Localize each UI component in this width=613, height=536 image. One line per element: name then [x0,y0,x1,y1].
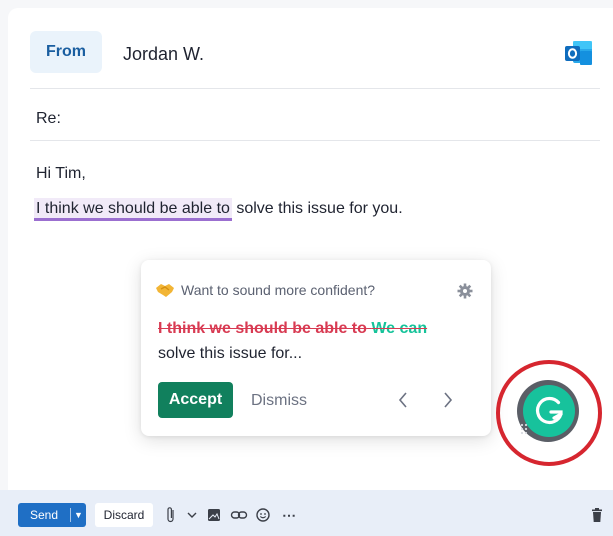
suggestion-continuation: solve this issue for... [158,345,303,362]
message-line[interactable]: I think we should be able to solve this … [34,198,403,221]
suggestion-card: Want to sound more confident? I think we… [141,260,491,436]
discard-button[interactable]: Discard [95,503,153,527]
trash-icon[interactable] [590,506,604,524]
suggestion-line: I think we should be able to We can [158,320,427,338]
accept-button[interactable]: Accept [158,382,233,418]
grammarly-icon[interactable] [523,385,575,437]
emoji-icon[interactable] [255,506,271,524]
drag-handle-icon[interactable] [520,423,530,435]
from-row: From Jordan W. [8,8,613,88]
suggestion-header: Want to sound more confident? [155,282,375,298]
send-label[interactable]: Send [18,508,70,522]
divider [30,140,600,141]
subject-field[interactable]: Re: [36,110,61,128]
dismiss-button[interactable]: Dismiss [251,392,307,410]
compose-toolbar: Send ▼ Discard ⋯ [0,490,613,536]
message-rest: solve this issue for you. [231,200,403,217]
attach-icon[interactable] [165,506,177,524]
send-options-chevron-icon[interactable]: ▼ [71,510,86,520]
chevron-down-icon[interactable] [186,506,198,524]
from-button[interactable]: From [30,31,102,73]
suggestion-prompt: Want to sound more confident? [181,282,376,298]
flagged-phrase[interactable]: I think we should be able to [34,198,232,221]
from-name: Jordan W. [123,44,205,64]
chevron-left-icon[interactable] [393,388,413,412]
greeting-line: Hi Tim, [36,165,86,182]
outlook-icon [565,41,592,65]
handshake-icon [156,284,174,297]
struck-text: I think we should be able to [158,320,367,337]
link-icon[interactable] [230,506,248,524]
image-icon[interactable] [206,506,222,524]
gear-icon[interactable] [457,283,473,299]
chevron-right-icon[interactable] [438,388,458,412]
more-icon[interactable]: ⋯ [282,506,296,524]
divider [30,88,600,89]
replacement-text: We can [371,320,428,337]
send-button[interactable]: Send ▼ [18,503,86,527]
